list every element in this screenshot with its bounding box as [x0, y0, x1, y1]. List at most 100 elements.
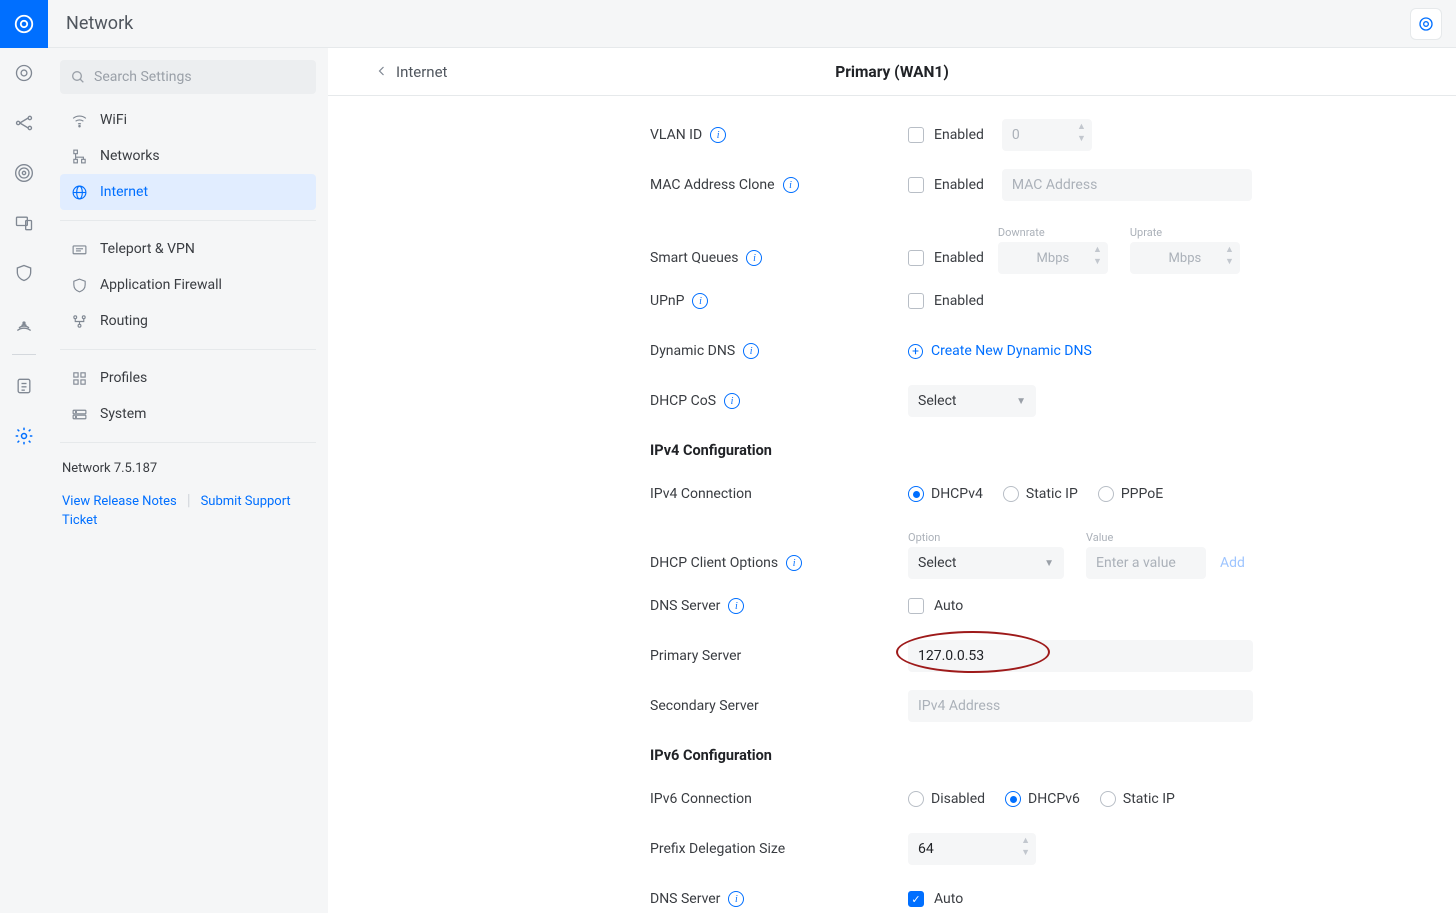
label-text: DNS Server	[650, 598, 720, 614]
rail-topology-icon[interactable]	[0, 98, 48, 148]
rail-settings-icon[interactable]	[0, 411, 48, 461]
uprate-input[interactable]: Mbps ▲▼	[1130, 242, 1240, 274]
brand-logo[interactable]	[0, 0, 48, 48]
stepper[interactable]: ▲▼	[1077, 123, 1086, 147]
label-text: DNS Server	[650, 891, 720, 907]
radio-label: PPPoE	[1121, 486, 1163, 502]
secondary-server-input[interactable]	[908, 690, 1253, 722]
checkbox-label: Enabled	[934, 250, 984, 266]
checkbox-mac-enabled[interactable]	[908, 177, 924, 193]
row-prefix-delegation: Prefix Delegation Size 64 ▲▼	[650, 826, 1290, 872]
networks-icon	[70, 148, 88, 165]
label-vlan-id: VLAN ID i	[650, 127, 908, 143]
settings-form: VLAN ID i Enabled 0 ▲▼ MAC Address Clone…	[650, 96, 1290, 913]
nav-label: Profiles	[100, 370, 147, 386]
dhcp-option-select[interactable]: Select ▼	[908, 547, 1064, 579]
radio-label: DHCPv4	[931, 486, 983, 502]
stepper[interactable]: ▲▼	[1093, 246, 1102, 270]
info-icon[interactable]: i	[783, 177, 799, 193]
globe-icon	[70, 184, 88, 201]
rail-divider	[12, 354, 36, 355]
info-icon[interactable]: i	[743, 343, 759, 359]
rail-devices-icon[interactable]	[0, 198, 48, 248]
label-text: DHCP CoS	[650, 393, 716, 409]
chevron-down-icon: ▼	[1016, 396, 1026, 407]
back-button[interactable]: Internet	[376, 63, 447, 81]
section-ipv4: IPv4 Configuration	[650, 442, 1290, 459]
checkbox-label: Auto	[934, 891, 963, 907]
nav-wifi[interactable]: WiFi	[60, 102, 316, 138]
vlan-id-input[interactable]: 0 ▲▼	[1002, 119, 1092, 151]
info-icon[interactable]: i	[724, 393, 740, 409]
nav-system[interactable]: System	[60, 396, 316, 432]
label-ipv6-conn: IPv6 Connection	[650, 791, 908, 807]
info-icon[interactable]: i	[692, 293, 708, 309]
mac-address-input[interactable]	[1002, 169, 1252, 201]
info-icon[interactable]: i	[746, 250, 762, 266]
icon-rail	[0, 0, 48, 913]
radio-disabled[interactable]	[908, 791, 924, 807]
info-icon[interactable]: i	[710, 127, 726, 143]
nav-firewall[interactable]: Application Firewall	[60, 267, 316, 303]
label-text: Secondary Server	[650, 698, 759, 714]
vpn-icon	[70, 241, 88, 258]
info-icon[interactable]: i	[728, 598, 744, 614]
dhcp-value-input[interactable]	[1086, 547, 1206, 579]
label-text: Prefix Delegation Size	[650, 841, 785, 857]
radio-pppoe[interactable]	[1098, 486, 1114, 502]
select-value: Select	[918, 393, 956, 409]
downrate-input[interactable]: Mbps ▲▼	[998, 242, 1108, 274]
option-column-label: Option	[908, 531, 1064, 544]
primary-server-input[interactable]	[908, 640, 1253, 672]
nav-teleport-vpn[interactable]: Teleport & VPN	[60, 231, 316, 267]
prefix-delegation-input[interactable]: 64 ▲▼	[908, 833, 1036, 865]
nav-divider	[60, 349, 316, 350]
stepper[interactable]: ▲▼	[1021, 837, 1030, 861]
select-value: Select	[918, 555, 956, 571]
rail-hotspot-icon[interactable]	[0, 298, 48, 348]
footer-separator: |	[187, 490, 191, 509]
rail-security-icon[interactable]	[0, 248, 48, 298]
checkbox-dns-auto-v4[interactable]	[908, 598, 924, 614]
nav-networks[interactable]: Networks	[60, 138, 316, 174]
add-dhcp-option-button[interactable]: Add	[1220, 555, 1245, 579]
label-dns-server-v6: DNS Server i	[650, 891, 908, 907]
label-smart-queues: Smart Queues i	[650, 250, 908, 274]
release-notes-link[interactable]: View Release Notes	[62, 494, 177, 509]
uprate-label: Uprate	[1130, 226, 1162, 239]
radio-static-ip-v6[interactable]	[1100, 791, 1116, 807]
radio-dhcpv4[interactable]	[908, 486, 924, 502]
create-ddns-button[interactable]: + Create New Dynamic DNS	[908, 343, 1092, 359]
nav-profiles[interactable]: Profiles	[60, 360, 316, 396]
rail-radios-icon[interactable]	[0, 148, 48, 198]
info-icon[interactable]: i	[728, 891, 744, 907]
search-icon	[70, 69, 86, 89]
row-dhcp-client-opts: DHCP Client Options i Option Select ▼ Va…	[650, 521, 1290, 579]
info-icon[interactable]: i	[786, 555, 802, 571]
rail-dashboard-icon[interactable]	[0, 48, 48, 98]
radio-static-ip[interactable]	[1003, 486, 1019, 502]
checkbox-upnp-enabled[interactable]	[908, 293, 924, 309]
label-text: Dynamic DNS	[650, 343, 735, 359]
label-text: VLAN ID	[650, 127, 702, 143]
row-ipv4-connection: IPv4 Connection DHCPv4 Static IP PPPoE	[650, 471, 1290, 517]
radio-dhcpv6[interactable]	[1005, 791, 1021, 807]
nav-internet[interactable]: Internet	[60, 174, 316, 210]
search-input[interactable]	[60, 60, 316, 94]
label-text: UPnP	[650, 293, 684, 309]
stepper[interactable]: ▲▼	[1225, 246, 1234, 270]
rail-logs-icon[interactable]	[0, 361, 48, 411]
checkbox-label: Enabled	[934, 127, 984, 143]
checkbox-dns-auto-v6[interactable]	[908, 891, 924, 907]
app-header: Network	[48, 0, 1456, 48]
radio-label: Static IP	[1026, 486, 1078, 502]
nav-label: Routing	[100, 313, 148, 329]
header-app-icon[interactable]	[1410, 8, 1442, 40]
nav-label: WiFi	[100, 112, 127, 128]
checkbox-vlan-enabled[interactable]	[908, 127, 924, 143]
shield-icon	[70, 277, 88, 294]
dhcp-cos-select[interactable]: Select ▼	[908, 385, 1036, 417]
content: Internet Primary (WAN1) VLAN ID i Enable…	[328, 48, 1456, 913]
nav-routing[interactable]: Routing	[60, 303, 316, 339]
checkbox-sq-enabled[interactable]	[908, 250, 924, 266]
